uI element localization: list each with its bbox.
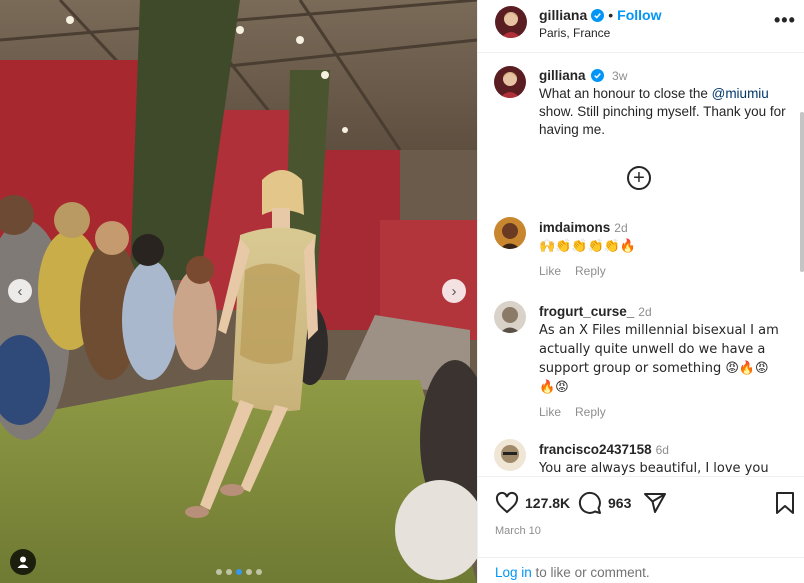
login-prompt: Log in to like or comment. [478, 557, 804, 580]
more-options-icon[interactable]: ••• [774, 10, 796, 31]
comment-bubble-icon[interactable] [578, 491, 602, 515]
login-link[interactable]: Log in [495, 565, 532, 580]
comment-time[interactable]: 2d [614, 221, 627, 235]
load-more-comments-button[interactable]: + [627, 166, 651, 190]
separator-dot: • [608, 7, 614, 23]
caption-text-start: What an honour to close the [539, 86, 712, 101]
comment-text: As an X Files millennial bisexual I am a… [539, 323, 779, 395]
post-caption: gilliana 3w What an honour to close the … [539, 67, 789, 139]
post-location[interactable]: Paris, France [539, 26, 610, 40]
chevron-right-icon: › [451, 282, 457, 300]
login-prompt-text: to like or comment. [531, 565, 650, 580]
comment-username[interactable]: frogurt_curse_ [539, 304, 634, 319]
caption-mention-link[interactable]: @miumiu [712, 86, 769, 101]
follow-button[interactable]: Follow [617, 7, 661, 23]
commenter-avatar[interactable] [494, 439, 526, 471]
comment-username[interactable]: francisco2437158 [539, 442, 652, 457]
carousel-dot [215, 569, 222, 575]
post-sidebar: gilliana • Follow Paris, France ••• gill… [477, 0, 804, 583]
comment-time[interactable]: 2d [638, 305, 651, 319]
caption-text-end: show. Still pinching myself. Thank you f… [539, 104, 786, 137]
caption-username[interactable]: gilliana [539, 68, 586, 83]
comments-section[interactable]: gilliana 3w What an honour to close the … [478, 54, 804, 475]
post-header: gilliana • Follow Paris, France ••• [478, 0, 804, 53]
carousel-dot [245, 569, 252, 575]
carousel-indicator [0, 569, 477, 575]
post-date[interactable]: March 10 [495, 525, 541, 537]
comments-scrollbar[interactable] [800, 112, 804, 272]
plus-circle-icon: + [633, 167, 645, 189]
chevron-left-icon: ‹ [17, 282, 23, 300]
caption-author-avatar[interactable] [494, 66, 526, 98]
share-paper-plane-icon[interactable] [643, 491, 667, 515]
reply-comment-button[interactable]: Reply [575, 403, 606, 421]
carousel-dot [255, 569, 262, 575]
commenter-avatar[interactable] [494, 217, 526, 249]
carousel-dot [235, 569, 242, 575]
runway-photo [0, 0, 477, 583]
like-comment-button[interactable]: Like [539, 262, 561, 280]
author-avatar[interactable] [495, 6, 527, 38]
verified-badge-icon [591, 8, 605, 22]
like-comment-button[interactable]: Like [539, 403, 561, 421]
post-photo[interactable]: ‹ › [0, 0, 477, 583]
reply-comment-button[interactable]: Reply [575, 262, 606, 280]
save-bookmark-icon[interactable] [774, 491, 796, 515]
person-icon [17, 556, 29, 568]
commenter-avatar[interactable] [494, 301, 526, 333]
author-username[interactable]: gilliana [539, 7, 587, 23]
previous-image-button[interactable]: ‹ [8, 279, 32, 303]
verified-badge-icon [591, 69, 605, 82]
like-count[interactable]: 127.8K [525, 495, 570, 511]
next-image-button[interactable]: › [442, 279, 466, 303]
comment-count[interactable]: 963 [608, 495, 631, 511]
caption-time[interactable]: 3w [612, 69, 627, 83]
post-actions-footer: 127.8K 963 March 10 Log in to like or co… [478, 476, 804, 583]
carousel-dot [225, 569, 232, 575]
comment-time[interactable]: 6d [656, 443, 669, 457]
comment-username[interactable]: imdaimons [539, 220, 610, 235]
tagged-users-button[interactable] [10, 549, 36, 575]
comment-text: 🙌👏👏👏👏🔥 [539, 239, 637, 254]
comment-text: You are always beautiful, I love you 🔥 [539, 461, 769, 475]
like-heart-icon[interactable] [495, 491, 519, 515]
